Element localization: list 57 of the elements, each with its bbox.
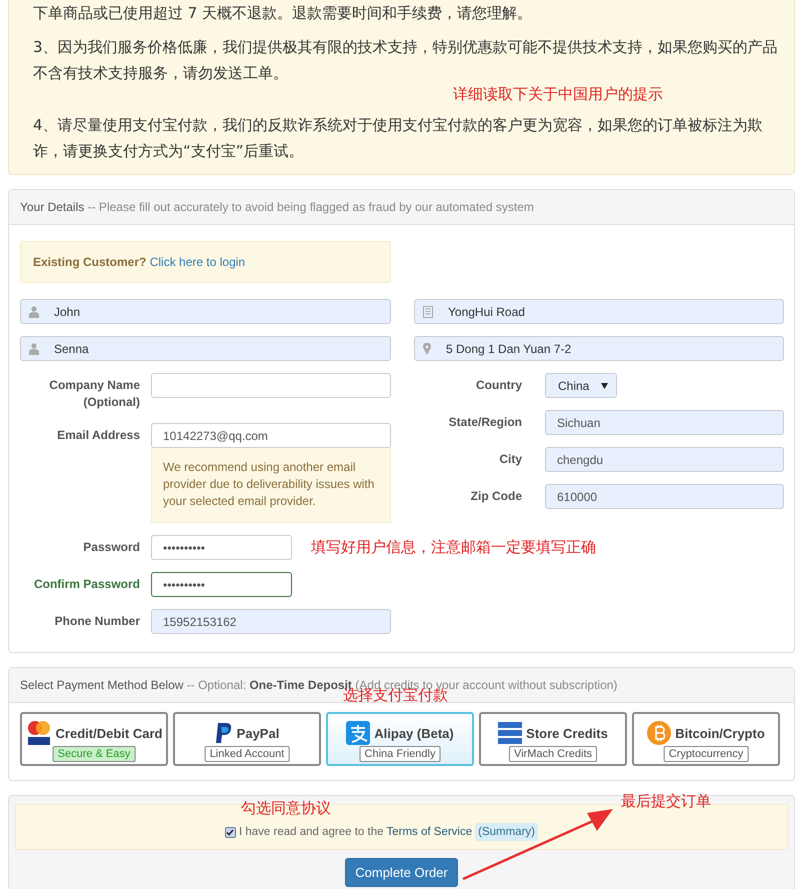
payment-method-button[interactable]: Bitcoin/Crypto Cryptocurrency (632, 712, 780, 766)
field-label: City (498, 451, 522, 468)
annotation-text: 勾选同意协议 (241, 799, 331, 818)
field-label: Confirm Password (32, 576, 140, 593)
terms-link[interactable]: Terms of Service (386, 826, 472, 838)
input-field[interactable]: Sichuan (545, 410, 784, 435)
agree-checkbox[interactable] (224, 826, 236, 838)
complete-order-button[interactable]: Complete Order (345, 858, 458, 887)
login-link[interactable]: Click here to login (150, 255, 246, 269)
email-warning: We recommend using another email provider due to deliverability issues with your selected email provider. (151, 448, 391, 523)
caret-icon (601, 382, 608, 388)
annotation-text: 详细读取下关于中国用户的提示 (453, 84, 664, 104)
input-field[interactable]: 5 Dong 1 Dan Yuan 7-2 (414, 336, 784, 361)
method-tag: Linked Account (204, 746, 290, 762)
method-tag: Secure & Easy (52, 746, 136, 762)
payment-method-button[interactable]: Credit/Debit Card Secure & Easy (20, 712, 168, 766)
method-tag: China Friendly (360, 746, 440, 762)
payment-method-button[interactable]: PayPal Linked Account (173, 712, 321, 766)
stacked-bars-icon (498, 722, 522, 744)
annotation-text: 最后提交订单 (621, 792, 711, 811)
paypal-icon (214, 722, 233, 744)
person-icon (29, 306, 39, 318)
notice-paragraph: 3、因为我们服务价格低廉，我们提供极其有限的技术支持，特别优惠款可能不提供技术支持，如果您购买的产品不含有技术支持服务，请勿发送工单。 (33, 37, 779, 84)
field-label: Country (475, 377, 522, 394)
coin-icon (647, 721, 672, 745)
field-label: Password (82, 539, 140, 556)
input-field[interactable]: Senna (20, 336, 391, 361)
panel-heading: Your Details -- Please fill out accurately to avoid being flagged as fraud by our automated system (9, 190, 794, 225)
payment-method-button[interactable]: Store Credits VirMach Credits (479, 712, 627, 766)
agree-text: I have read and agree to the (238, 826, 384, 838)
method-tag: VirMach Credits (508, 746, 598, 762)
person-icon (29, 342, 39, 354)
field-label: State/Region (448, 414, 522, 431)
notice-paragraph: 4、请尽量使用支付宝付款，我们的反欺诈系统对于使用支付宝付款的客户更为宽容，如果您的订单被标注为欺诈，请更换支付方式为“支付宝”后重试。 (33, 115, 764, 162)
input-field[interactable]: 610000 (545, 484, 784, 509)
notice-paragraph: 下单商品或已使用超过 7 天概不退款。退款需要时间和手续费，请您理解。 (33, 3, 534, 24)
country-select[interactable]: China (545, 373, 617, 398)
annotation-text: 填写好用户信息，注意邮箱一定要填写正确 (311, 538, 596, 557)
input-field[interactable]: John (20, 299, 391, 324)
payment-method-button[interactable]: Alipay (Beta) China Friendly (326, 712, 474, 766)
input-field[interactable]: 10142273@qq.com (151, 423, 391, 448)
input-field[interactable]: 15952153162 (151, 609, 391, 634)
map-pin-icon (423, 342, 431, 354)
card-brands-icon (26, 720, 52, 746)
summary-link[interactable]: (Summary) (475, 823, 538, 841)
input-field[interactable] (151, 373, 391, 398)
password-field[interactable]: •••••••••• (151, 535, 292, 560)
field-label: Zip Code (470, 488, 522, 505)
password-field[interactable]: •••••••••• (151, 572, 292, 597)
field-label: Company Name (Optional) (48, 377, 140, 411)
input-field[interactable]: chengdu (545, 447, 784, 472)
login-alert: Existing Customer? Click here to login (20, 241, 391, 283)
field-label: Phone Number (54, 613, 140, 630)
field-label: Email Address (56, 427, 140, 444)
method-tag: Cryptocurrency (664, 746, 748, 762)
alipay-icon (346, 721, 370, 745)
input-field[interactable]: YongHui Road (414, 299, 784, 324)
